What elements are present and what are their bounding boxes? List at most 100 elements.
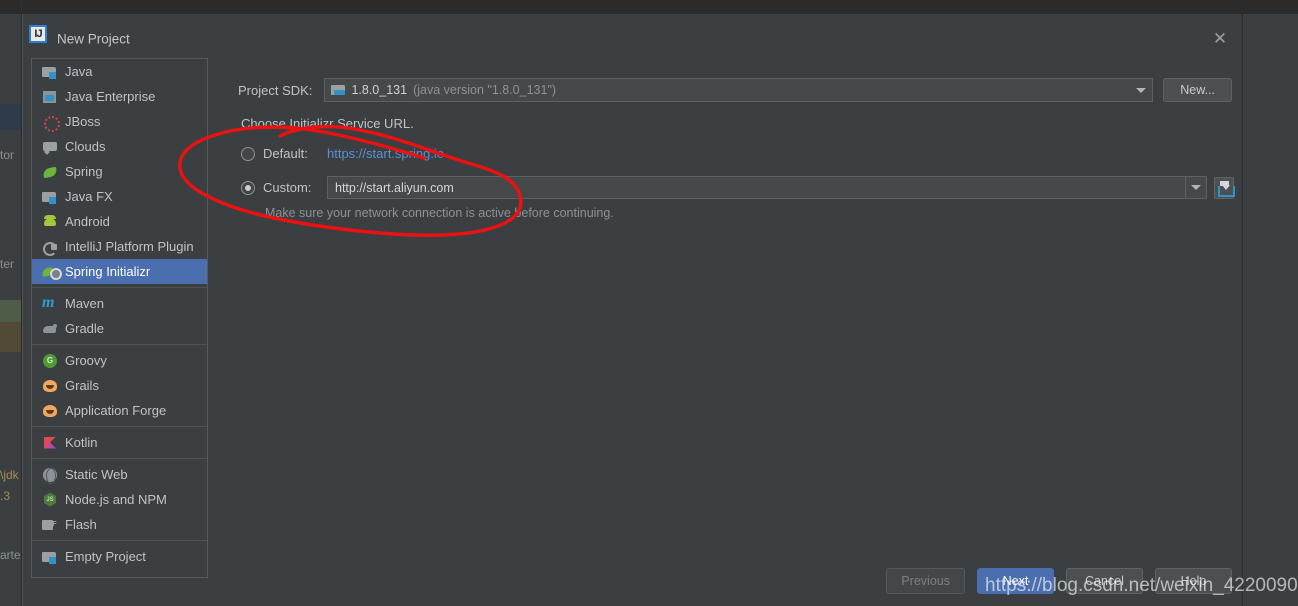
category-item-intellij-platform-plugin[interactable]: IntelliJ Platform Plugin [32, 234, 207, 259]
spring-leaf-icon [42, 164, 58, 180]
category-item-spring-initializr[interactable]: Spring Initializr [32, 259, 207, 284]
category-separator [32, 540, 207, 541]
category-separator [32, 458, 207, 459]
category-item-android[interactable]: Android [32, 209, 207, 234]
new-sdk-button[interactable]: New... [1163, 78, 1232, 102]
default-url-label: Default: [263, 146, 308, 161]
category-separator [32, 287, 207, 288]
background-toolbar-strip [310, 0, 1298, 14]
category-item-label: Application Forge [65, 403, 167, 418]
java-enterprise-icon [42, 89, 58, 105]
project-settings-pane: Project SDK: 1.8.0_131 (java version "1.… [223, 64, 1235, 550]
project-sdk-row: Project SDK: 1.8.0_131 (java version "1.… [238, 78, 1232, 102]
category-item-clouds[interactable]: Clouds [32, 134, 207, 159]
default-url-link[interactable]: https://start.spring.io [327, 146, 444, 161]
flash-icon [42, 517, 58, 533]
project-category-list[interactable]: Java Java Enterprise JBoss Clouds Spring Java… [31, 58, 208, 578]
custom-url-radio[interactable] [241, 180, 255, 195]
project-sdk-combobox[interactable]: 1.8.0_131 (java version "1.8.0_131") [324, 78, 1154, 102]
category-item-jboss[interactable]: JBoss [32, 109, 207, 134]
android-icon [42, 214, 58, 230]
help-button[interactable]: Help [1155, 568, 1232, 594]
category-item-label: Groovy [65, 353, 107, 368]
background-selected-row [0, 104, 22, 130]
category-item-label: Kotlin [65, 435, 98, 450]
category-item-spring[interactable]: Spring [32, 159, 207, 184]
network-hint-text: Make sure your network connection is act… [265, 206, 614, 220]
java-folder-icon [42, 64, 58, 80]
category-item-empty-project[interactable]: Empty Project [32, 544, 207, 569]
jdk-icon [331, 84, 346, 97]
category-item-java[interactable]: Java [32, 59, 207, 84]
category-item-java-enterprise[interactable]: Java Enterprise [32, 84, 207, 109]
empty-project-icon [42, 549, 58, 565]
category-item-label: Grails [65, 378, 99, 393]
grails-icon [42, 378, 58, 394]
category-item-java-fx[interactable]: Java FX [32, 184, 207, 209]
import-download-icon[interactable] [1214, 176, 1235, 199]
category-item-label: Flash [65, 517, 97, 532]
background-corner [0, 0, 22, 14]
category-item-label: Java FX [65, 189, 113, 204]
custom-url-label: Custom: [263, 180, 312, 195]
category-item-gradle[interactable]: Gradle [32, 316, 207, 341]
category-item-kotlin[interactable]: Kotlin [32, 430, 207, 455]
category-item-label: Node.js and NPM [65, 492, 167, 507]
dialog-footer: Previous Next Cancel Help [874, 568, 1232, 594]
previous-button[interactable]: Previous [886, 568, 965, 594]
groovy-icon [42, 353, 58, 369]
gradle-elephant-icon [42, 321, 58, 337]
category-item-label: JBoss [65, 114, 101, 129]
category-separator [32, 426, 207, 427]
cancel-button[interactable]: Cancel [1066, 568, 1143, 594]
category-item-node-js-and-npm[interactable]: Node.js and NPM [32, 487, 207, 512]
category-item-groovy[interactable]: Groovy [32, 348, 207, 373]
category-item-label: Gradle [65, 321, 105, 336]
dialog-titlebar: IJ New Project ✕ [23, 14, 1242, 54]
project-sdk-label: Project SDK: [238, 82, 313, 98]
category-item-flash[interactable]: Flash [32, 512, 207, 537]
background-green-row [0, 300, 22, 322]
clouds-icon [42, 139, 58, 155]
background-olive-row [0, 322, 22, 352]
custom-url-row: Custom: http://start.aliyun.com [241, 176, 1235, 199]
category-item-grails[interactable]: Grails [32, 373, 207, 398]
category-item-label: Static Web [65, 467, 128, 482]
new-project-dialog: IJ New Project ✕ Java Java Enterprise JBos… [22, 14, 1242, 606]
category-item-label: Android [65, 214, 110, 229]
category-item-maven[interactable]: Maven [32, 291, 207, 316]
category-item-application-forge[interactable]: Application Forge [32, 398, 207, 423]
intellij-plugin-icon [42, 239, 58, 256]
chevron-down-icon[interactable] [1130, 79, 1152, 101]
category-item-static-web[interactable]: Static Web [32, 462, 207, 487]
category-item-label: Empty Project [65, 549, 146, 564]
category-item-label: Spring Initializr [65, 264, 151, 279]
category-item-label: Spring [65, 164, 103, 179]
project-sdk-value: 1.8.0_131 [351, 83, 408, 97]
spring-initializr-icon [42, 264, 62, 280]
category-item-label: Java [65, 64, 93, 79]
intellij-idea-icon: IJ [29, 25, 47, 43]
nodejs-icon [42, 492, 58, 508]
dialog-title: New Project [57, 31, 130, 47]
custom-url-input[interactable]: http://start.aliyun.com [327, 176, 1207, 199]
default-url-radio[interactable] [241, 146, 255, 161]
custom-url-value: http://start.aliyun.com [335, 180, 454, 195]
javafx-folder-icon [42, 189, 58, 205]
choose-initializr-url-label: Choose Initializr Service URL. [241, 116, 414, 131]
application-forge-icon [42, 403, 58, 419]
static-web-icon [42, 467, 58, 484]
category-item-label: Clouds [65, 139, 106, 154]
maven-icon [42, 293, 58, 313]
kotlin-icon [42, 435, 58, 451]
default-url-row: Default: https://start.spring.io [241, 146, 444, 161]
chevron-down-icon[interactable] [1185, 177, 1206, 198]
category-separator [32, 344, 207, 345]
close-icon[interactable]: ✕ [1206, 26, 1234, 52]
category-item-label: Maven [65, 296, 105, 311]
jboss-icon [42, 114, 60, 132]
category-item-label: IntelliJ Platform Plugin [65, 239, 194, 254]
project-sdk-detail: (java version "1.8.0_131") [413, 83, 557, 97]
category-item-label: Java Enterprise [65, 89, 156, 104]
next-button[interactable]: Next [977, 568, 1054, 594]
